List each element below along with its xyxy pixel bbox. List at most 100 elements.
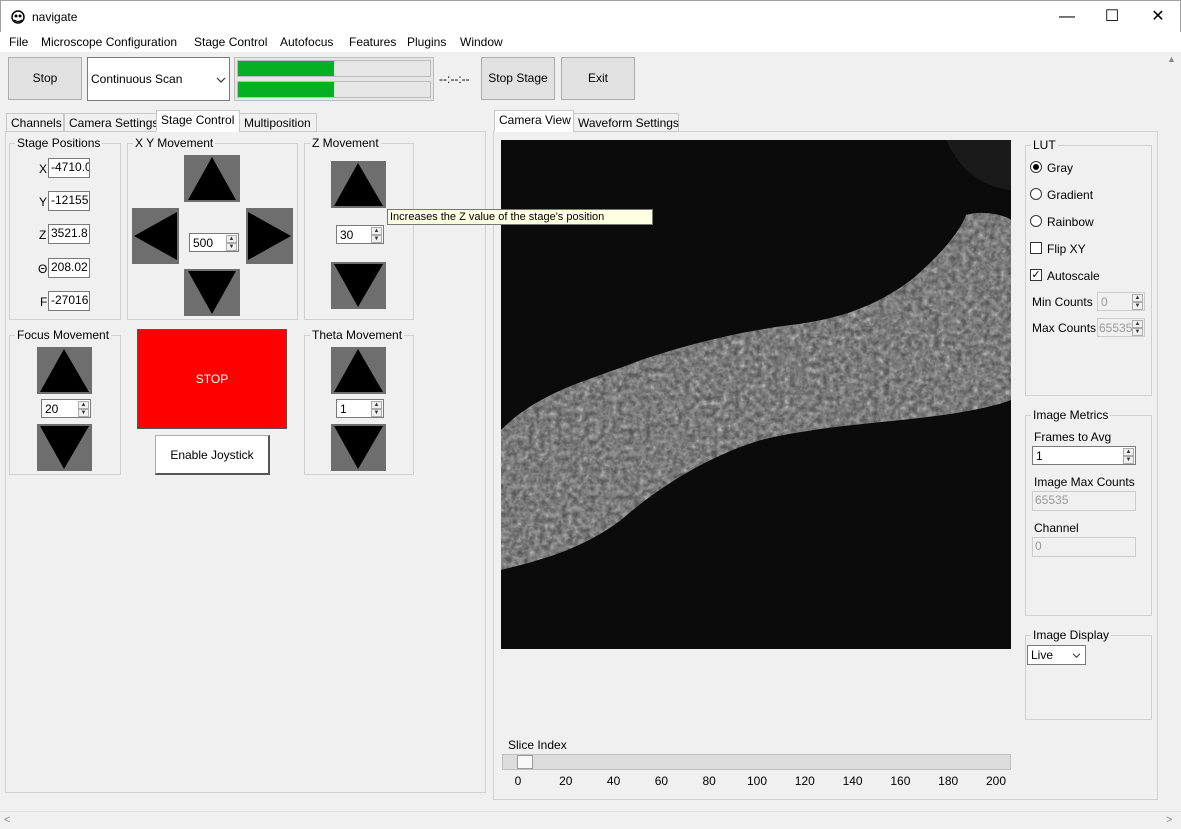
y-up-button[interactable] <box>184 155 240 202</box>
close-icon: ✕ <box>1151 8 1165 25</box>
spin-up-icon[interactable]: ▲ <box>1132 294 1143 302</box>
spin-up-icon[interactable]: ▲ <box>371 401 382 409</box>
acquisition-mode-select[interactable]: Continuous Scan <box>87 57 230 101</box>
y-position-label: Y <box>39 195 48 209</box>
spin-up-icon[interactable]: ▲ <box>1123 448 1134 456</box>
x-right-button[interactable] <box>246 208 293 264</box>
spin-up-icon[interactable]: ▲ <box>226 235 237 243</box>
z-up-button[interactable] <box>331 161 386 208</box>
image-display-value: Live <box>1031 648 1054 662</box>
z-step-spinbox[interactable]: 30 ▲ ▼ <box>336 225 384 244</box>
stop-stage-button[interactable]: Stop Stage <box>481 57 555 100</box>
stop-acquisition-button[interactable]: Stop <box>8 57 82 100</box>
focus-up-button[interactable] <box>37 347 92 394</box>
theta-position-field[interactable]: 208.02 <box>48 258 90 278</box>
menu-window[interactable]: Window <box>460 35 503 49</box>
slice-index-slider[interactable] <box>502 754 1011 770</box>
arrow-up-icon <box>188 157 236 200</box>
tab-camera-view[interactable]: Camera View <box>494 110 574 132</box>
z-down-button[interactable] <box>331 262 386 309</box>
xy-step-value: 500 <box>193 236 214 250</box>
tab-camera-settings[interactable]: Camera Settings <box>64 113 158 132</box>
menu-stage-control[interactable]: Stage Control <box>194 35 267 49</box>
menu-file[interactable]: File <box>9 35 28 49</box>
y-position-field[interactable]: -12155 <box>48 191 90 211</box>
lut-rainbow-radio[interactable] <box>1030 215 1042 227</box>
vertical-scrollbar[interactable]: ▲ <box>1164 52 1181 811</box>
progress-bar-bottom <box>237 81 431 98</box>
spin-down-icon[interactable]: ▼ <box>78 409 89 417</box>
maximize-button[interactable]: ☐ <box>1089 1 1135 33</box>
focus-step-value: 20 <box>45 402 59 416</box>
stop-stage-big-button[interactable]: STOP <box>137 329 287 429</box>
spin-up-icon[interactable]: ▲ <box>1132 320 1143 328</box>
scroll-right-icon[interactable]: > <box>1166 814 1172 826</box>
timer-label: --:--:-- <box>439 72 470 86</box>
tab-stage-control[interactable]: Stage Control <box>156 110 240 132</box>
autoscale-checkbox[interactable]: ✓ <box>1030 269 1042 281</box>
focus-down-button[interactable] <box>37 424 92 471</box>
image-display-select[interactable]: Live <box>1027 645 1086 665</box>
min-counts-label: Min Counts <box>1032 295 1093 309</box>
horizontal-scrollbar[interactable]: < > <box>0 811 1181 828</box>
slider-handle[interactable] <box>517 755 533 769</box>
slice-index-label: Slice Index <box>508 738 567 752</box>
max-counts-spinbox[interactable]: 65535 ▲ ▼ <box>1097 318 1145 337</box>
image-max-counts-field: 65535 <box>1032 491 1136 511</box>
close-button[interactable]: ✕ <box>1135 1 1181 33</box>
tab-multiposition[interactable]: Multiposition <box>239 113 317 132</box>
image-max-counts-label: Image Max Counts <box>1034 475 1135 489</box>
x-position-label: X <box>39 162 48 176</box>
theta-step-spinbox[interactable]: 1 ▲ ▼ <box>336 399 384 418</box>
tab-channels[interactable]: Channels <box>6 113 64 132</box>
focus-step-spinbox[interactable]: 20 ▲ ▼ <box>41 399 91 418</box>
acquisition-mode-value: Continuous Scan <box>91 72 183 86</box>
lut-gray-radio[interactable] <box>1030 161 1042 173</box>
theta-down-button[interactable] <box>331 424 386 471</box>
progress-bar-top-fill <box>238 61 334 76</box>
enable-joystick-button[interactable]: Enable Joystick <box>155 435 270 475</box>
menu-autofocus[interactable]: Autofocus <box>280 35 333 49</box>
theta-movement-title: Theta Movement <box>310 328 405 342</box>
spin-down-icon[interactable]: ▼ <box>226 243 237 251</box>
minimize-button[interactable]: — <box>1044 1 1090 33</box>
theta-up-button[interactable] <box>331 347 386 394</box>
focus-movement-title: Focus Movement <box>15 328 112 342</box>
spin-down-icon[interactable]: ▼ <box>1123 456 1134 464</box>
x-position-field[interactable]: -4710.0 <box>48 158 90 178</box>
min-counts-spinbox[interactable]: 0 ▲ ▼ <box>1097 292 1145 311</box>
spin-down-icon[interactable]: ▼ <box>371 409 382 417</box>
x-left-button[interactable] <box>132 208 179 264</box>
z-position-field[interactable]: 3521.8 <box>48 224 90 244</box>
channel-field: 0 <box>1032 537 1136 557</box>
scroll-left-icon[interactable]: < <box>4 814 10 826</box>
theta-position-label: Θ <box>38 262 48 276</box>
theta-step-value: 1 <box>340 402 347 416</box>
xy-step-spinbox[interactable]: 500 ▲ ▼ <box>189 233 239 252</box>
frames-to-avg-spinbox[interactable]: 1 ▲ ▼ <box>1032 446 1136 465</box>
flip-xy-checkbox[interactable] <box>1030 242 1042 254</box>
lut-gradient-radio[interactable] <box>1030 188 1042 200</box>
spin-up-icon[interactable]: ▲ <box>371 227 382 235</box>
arrow-up-icon <box>40 349 89 392</box>
spin-down-icon[interactable]: ▼ <box>1132 302 1143 310</box>
flip-xy-label: Flip XY <box>1047 242 1086 256</box>
spin-down-icon[interactable]: ▼ <box>1132 328 1143 336</box>
z-movement-title: Z Movement <box>310 136 381 150</box>
f-position-field[interactable]: -27016 <box>48 291 90 311</box>
slice-tick-label: 200 <box>985 774 1007 788</box>
slice-tick-label: 140 <box>842 774 863 788</box>
frames-to-avg-label: Frames to Avg <box>1034 430 1112 444</box>
menu-microscope-configuration[interactable]: Microscope Configuration <box>41 35 177 49</box>
exit-button[interactable]: Exit <box>561 57 635 100</box>
lut-gray-label: Gray <box>1047 161 1074 175</box>
spin-up-icon[interactable]: ▲ <box>78 401 89 409</box>
arrow-down-icon <box>334 264 383 307</box>
tab-waveform-settings[interactable]: Waveform Settings <box>573 113 679 132</box>
menu-plugins[interactable]: Plugins <box>407 35 446 49</box>
menu-features[interactable]: Features <box>349 35 396 49</box>
y-down-button[interactable] <box>184 269 240 316</box>
scroll-up-icon[interactable]: ▲ <box>1167 54 1176 64</box>
checkmark-icon: ✓ <box>1031 269 1041 281</box>
spin-down-icon[interactable]: ▼ <box>371 235 382 243</box>
